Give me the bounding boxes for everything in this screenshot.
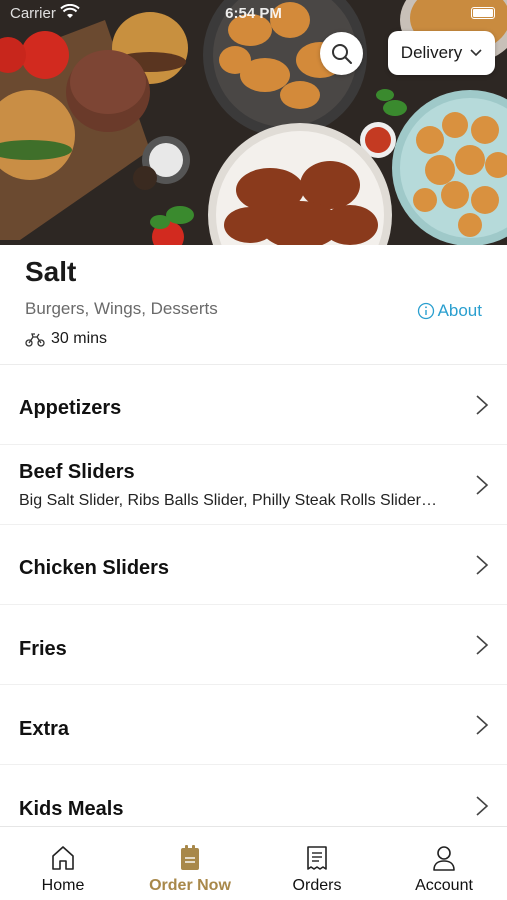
chevron-right-icon: [476, 635, 489, 655]
chevron-right-icon: [476, 395, 489, 415]
category-item-beef-sliders[interactable]: Beef Sliders Big Salt Slider, Ribs Balls…: [0, 445, 507, 525]
category-item-chicken-sliders[interactable]: Chicken Sliders: [0, 525, 507, 605]
chevron-right-icon: [476, 555, 489, 575]
bottom-tab-bar: Home Order Now Orders Account: [0, 826, 507, 900]
chevron-right-icon: [476, 796, 489, 816]
tab-label: Order Now: [149, 877, 231, 894]
delivery-eta: 30 mins: [25, 330, 107, 348]
category-title: Appetizers: [19, 397, 122, 419]
tab-label: Orders: [292, 877, 342, 894]
category-title: Beef Sliders: [19, 461, 135, 483]
hero-image: Carrier 6:54 PM Delivery: [0, 0, 507, 245]
category-item-appetizers[interactable]: Appetizers: [0, 365, 507, 445]
chevron-right-icon: [476, 715, 489, 735]
category-title: Extra: [19, 718, 70, 740]
search-button[interactable]: [320, 32, 363, 75]
tab-home[interactable]: Home: [0, 827, 126, 900]
tab-label: Account: [415, 877, 473, 894]
category-subtitle: Big Salt Slider, Ribs Balls Slider, Phil…: [19, 492, 437, 509]
receipt-icon: [307, 846, 327, 870]
scooter-icon: [25, 333, 45, 347]
about-label: About: [437, 301, 482, 320]
info-icon: [417, 302, 434, 320]
tab-account[interactable]: Account: [381, 827, 507, 900]
chevron-down-icon: [470, 49, 482, 57]
account-icon: [433, 846, 455, 871]
search-icon: [331, 43, 352, 64]
home-icon: [52, 846, 74, 870]
delivery-mode-dropdown[interactable]: Delivery: [388, 31, 495, 75]
about-link[interactable]: About: [417, 301, 482, 321]
restaurant-cuisines: Burgers, Wings, Desserts: [25, 299, 218, 318]
eta-label: 30 mins: [51, 330, 108, 347]
category-title: Kids Meals: [19, 798, 124, 820]
order-bag-icon: [181, 845, 199, 870]
status-bar: Carrier 6:54 PM: [0, 0, 507, 28]
tab-order-now[interactable]: Order Now: [127, 827, 253, 900]
status-time: 6:54 PM: [225, 5, 282, 22]
category-title: Chicken Sliders: [19, 557, 170, 579]
category-item-fries[interactable]: Fries: [0, 605, 507, 685]
category-title: Fries: [19, 638, 67, 660]
delivery-mode-label: Delivery: [400, 43, 463, 62]
tab-label: Home: [41, 877, 85, 894]
battery-icon: [471, 7, 495, 19]
category-item-extra[interactable]: Extra: [0, 685, 507, 765]
chevron-right-icon: [476, 475, 489, 495]
tab-orders[interactable]: Orders: [254, 827, 380, 900]
restaurant-name: Salt: [25, 256, 77, 287]
